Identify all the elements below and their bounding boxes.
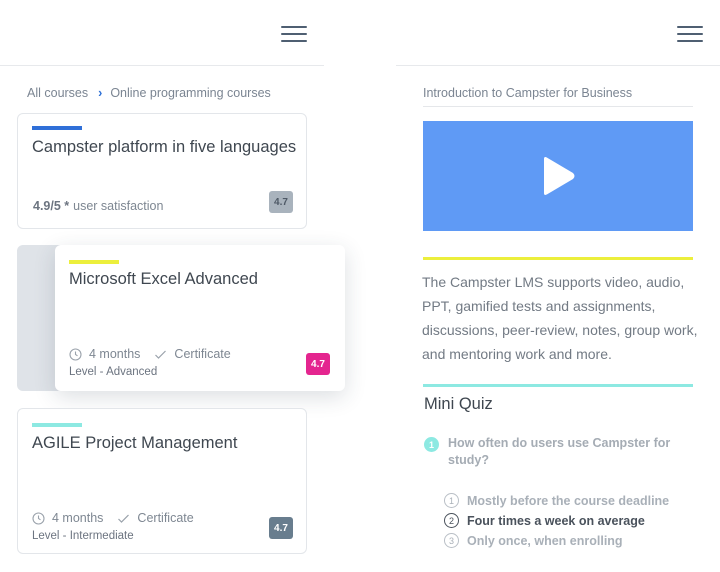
course-duration: 4 months bbox=[89, 347, 141, 361]
menu-icon[interactable] bbox=[677, 24, 703, 44]
top-bar bbox=[396, 0, 720, 66]
check-icon bbox=[118, 514, 130, 523]
card-accent-bar bbox=[69, 260, 119, 264]
option-label: Only once, when enrolling bbox=[467, 533, 623, 548]
card-accent-bar bbox=[32, 423, 82, 427]
rating-badge: 4.7 bbox=[269, 517, 293, 539]
course-level: Level - Intermediate bbox=[32, 530, 134, 542]
course-certificate: Certificate bbox=[137, 511, 194, 525]
course-meta: 4 months Certificate bbox=[69, 347, 231, 361]
breadcrumb-current[interactable]: Online programming courses bbox=[110, 86, 271, 100]
rating-badge: 4.7 bbox=[306, 353, 330, 375]
course-title: Campster platform in five languages bbox=[32, 138, 297, 156]
clock-icon bbox=[69, 347, 82, 361]
course-list-panel: All courses › Online programming courses C… bbox=[0, 0, 345, 572]
rating-label: user satisfaction bbox=[73, 199, 164, 213]
menu-icon[interactable] bbox=[281, 24, 307, 44]
quiz-option-selected[interactable]: 2 Four times a week on average bbox=[444, 513, 645, 528]
course-meta: 4 months Certificate bbox=[32, 511, 194, 525]
course-title: AGILE Project Management bbox=[32, 434, 238, 452]
rating-text: 4.9/5 * user satisfaction bbox=[33, 199, 163, 213]
quiz-option[interactable]: 1 Mostly before the course deadline bbox=[444, 493, 669, 508]
divider bbox=[423, 106, 693, 107]
rating-badge: 4.7 bbox=[269, 191, 293, 213]
chevron-right-icon: › bbox=[98, 86, 103, 100]
option-label: Four times a week on average bbox=[467, 513, 645, 528]
course-duration: 4 months bbox=[52, 511, 104, 525]
breadcrumb-all-courses[interactable]: All courses bbox=[27, 86, 88, 100]
breadcrumb: All courses › Online programming courses bbox=[27, 86, 271, 100]
course-certificate: Certificate bbox=[174, 347, 231, 361]
divider bbox=[423, 384, 693, 387]
course-label: Introduction to Campster for Business bbox=[423, 86, 633, 100]
option-number: 1 bbox=[444, 493, 459, 508]
course-card[interactable]: AGILE Project Management 4 months Certif… bbox=[17, 408, 307, 554]
course-card-active[interactable]: Microsoft Excel Advanced 4 months Certif… bbox=[55, 245, 345, 391]
check-icon bbox=[155, 350, 167, 359]
divider bbox=[423, 257, 693, 260]
course-title: Microsoft Excel Advanced bbox=[69, 270, 258, 288]
option-label: Mostly before the course deadline bbox=[467, 493, 670, 508]
rating-score: 4.9/5 * bbox=[33, 199, 70, 213]
video-player[interactable] bbox=[423, 121, 693, 231]
quiz-option[interactable]: 3 Only once, when enrolling bbox=[444, 533, 623, 548]
top-bar bbox=[0, 0, 324, 66]
course-detail-panel: Introduction to Campster for Business Th… bbox=[396, 0, 720, 572]
course-description: The Campster LMS supports video, audio, … bbox=[422, 274, 698, 362]
question-number: 1 bbox=[424, 437, 439, 452]
course-level: Level - Advanced bbox=[69, 366, 158, 378]
option-number: 3 bbox=[444, 533, 459, 548]
question-text: How often do users use Campster for stud… bbox=[448, 436, 671, 467]
play-icon[interactable] bbox=[540, 156, 576, 196]
card-accent-bar bbox=[32, 126, 82, 130]
option-number: 2 bbox=[444, 513, 459, 528]
quiz-title: Mini Quiz bbox=[424, 395, 493, 413]
course-card[interactable]: Campster platform in five languages 4.9/… bbox=[17, 113, 307, 229]
clock-icon bbox=[32, 511, 45, 525]
